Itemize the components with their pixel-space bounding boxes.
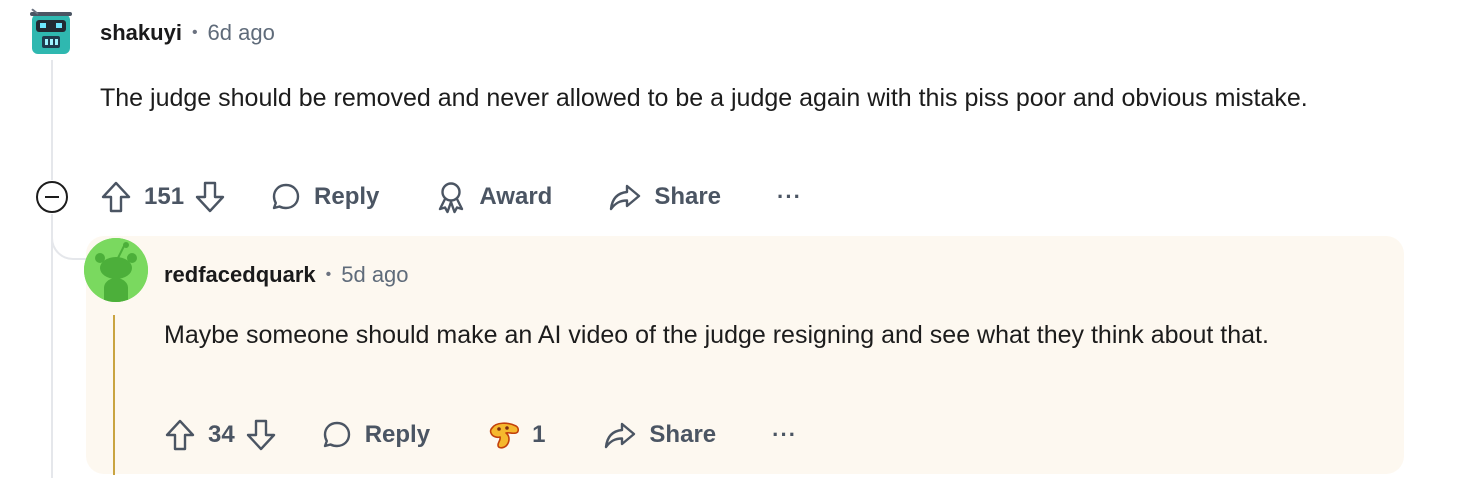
collapse-icon — [45, 196, 59, 198]
reply-meta: redfacedquark • 5d ago — [164, 262, 409, 288]
thread-line[interactable] — [51, 214, 53, 478]
vote-score: 151 — [144, 183, 185, 210]
reply-button[interactable]: Reply — [270, 181, 379, 213]
reply-button[interactable]: Reply — [321, 419, 430, 451]
username[interactable]: redfacedquark — [164, 262, 316, 288]
avatar[interactable] — [22, 2, 80, 60]
award-button[interactable]: 1 — [486, 418, 545, 452]
comment-actions: 151 Reply Award Share ··· — [100, 177, 802, 217]
downvote-icon — [246, 419, 275, 451]
comment-body: The judge should be removed and never al… — [100, 84, 1308, 112]
award-label: Award — [479, 183, 553, 210]
highlight-bar — [113, 315, 115, 475]
timestamp[interactable]: 5d ago — [341, 262, 408, 288]
snoo-avatar-default — [84, 238, 148, 302]
more-icon: ··· — [772, 422, 798, 447]
reply-label: Reply — [364, 421, 431, 448]
reply-label: Reply — [314, 183, 380, 210]
reply-actions: 34 Reply 1 Share ··· — [164, 415, 797, 455]
avatar[interactable] — [84, 238, 148, 302]
username[interactable]: shakuyi — [100, 20, 182, 46]
snoo-avatar-robot — [27, 5, 72, 54]
collapse-button[interactable] — [36, 181, 68, 213]
share-label: Share — [649, 421, 717, 448]
upvote-button[interactable] — [100, 180, 132, 214]
downvote-icon — [195, 181, 225, 213]
more-options-button[interactable]: ··· — [772, 422, 797, 448]
upvote-icon — [165, 419, 195, 451]
share-button[interactable]: Share — [603, 419, 716, 451]
share-arrow-icon — [610, 184, 641, 211]
comment-bubble-icon — [323, 421, 350, 448]
meta-separator: • — [325, 266, 332, 283]
comment-bubble-icon — [272, 183, 300, 210]
vote-score: 34 — [208, 421, 235, 448]
reply-body: Maybe someone should make an AI video of… — [164, 321, 1269, 349]
award-count: 1 — [532, 421, 546, 448]
share-button[interactable]: Share — [608, 181, 721, 213]
timestamp[interactable]: 6d ago — [208, 20, 275, 46]
award-icon — [439, 182, 464, 214]
upvote-icon — [101, 181, 131, 213]
award-button[interactable]: Award — [435, 180, 552, 214]
comment-meta: shakuyi • 6d ago — [100, 20, 275, 46]
award-emoji-icon — [489, 422, 520, 449]
thread-connector — [51, 222, 87, 260]
more-icon: ··· — [777, 184, 803, 209]
more-options-button[interactable]: ··· — [777, 184, 802, 210]
thread-line[interactable] — [51, 52, 53, 180]
share-arrow-icon — [605, 422, 636, 449]
downvote-button[interactable] — [194, 180, 226, 214]
share-label: Share — [654, 183, 722, 210]
downvote-button[interactable] — [245, 418, 277, 452]
meta-separator: • — [191, 24, 198, 41]
upvote-button[interactable] — [164, 418, 196, 452]
